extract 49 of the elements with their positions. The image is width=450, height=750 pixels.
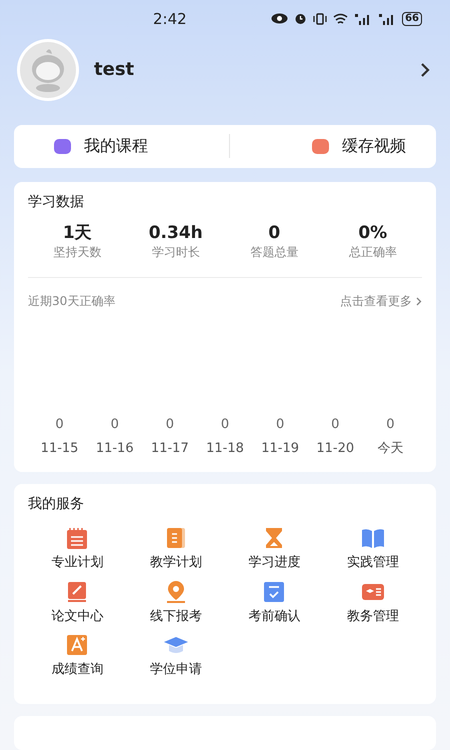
stat-label: 答题总量	[250, 244, 298, 262]
chevron-right-icon	[416, 296, 422, 306]
service-item[interactable]: 专业计划	[28, 525, 126, 573]
date-label: 11-17	[150, 440, 189, 458]
date-label: 11-16	[96, 440, 134, 458]
see-more-link[interactable]: 点击查看更多	[340, 292, 422, 310]
stat-value: 1天	[62, 223, 92, 244]
date-label: 今天	[377, 440, 404, 458]
service-item[interactable]: 论文中心	[28, 578, 126, 626]
section-title: 我的服务	[28, 495, 85, 514]
date-label: 11-18	[206, 440, 244, 458]
chevron-right-icon	[420, 62, 430, 78]
stat-label: 总正确率	[348, 244, 397, 262]
date-label: 11-19	[261, 440, 300, 458]
daily-value: 0	[386, 416, 395, 434]
chart-title: 近期30天正确率	[28, 293, 116, 310]
stat-value: 0	[268, 223, 280, 244]
shortcut-button[interactable]: 缓存视频	[230, 124, 436, 168]
daily-value: 0	[331, 416, 340, 434]
stat-value: 0%	[358, 223, 388, 244]
service-item[interactable]: 学习进度	[225, 525, 324, 573]
service-item[interactable]: 教务管理	[324, 578, 422, 626]
daily-value: 0	[166, 416, 174, 434]
vibrate-icon	[313, 12, 328, 25]
avatar	[16, 38, 80, 102]
service-item[interactable]: 线下报考	[126, 578, 225, 626]
service-item[interactable]: 成绩查询	[28, 632, 126, 680]
stat-label: 学习时长	[152, 244, 200, 262]
battery-indicator: 66	[402, 12, 422, 26]
profile-row[interactable]: test	[0, 40, 450, 100]
alarm-icon	[294, 12, 308, 26]
daily-value: 0	[276, 416, 284, 434]
daily-value: 0	[110, 416, 119, 434]
status-time: 2:42	[153, 8, 187, 30]
stat-label: 坚持天数	[53, 244, 102, 262]
user-name: test	[94, 58, 134, 82]
wifi-icon	[333, 12, 348, 25]
service-item[interactable]: 考前确认	[225, 578, 324, 626]
daily-value: 0	[55, 416, 64, 434]
date-label: 11-15	[40, 440, 78, 458]
eye-icon	[271, 13, 288, 24]
date-label: 11-20	[316, 440, 354, 458]
daily-value: 0	[220, 416, 230, 434]
service-item[interactable]: 教学计划	[126, 525, 225, 573]
shortcut-button[interactable]: 我的课程	[14, 124, 228, 168]
stat-value: 0.34h	[148, 223, 203, 244]
service-item[interactable]: 实践管理	[324, 525, 422, 573]
service-item[interactable]: 学位申请	[126, 632, 225, 680]
section-title: 学习数据	[28, 193, 85, 212]
